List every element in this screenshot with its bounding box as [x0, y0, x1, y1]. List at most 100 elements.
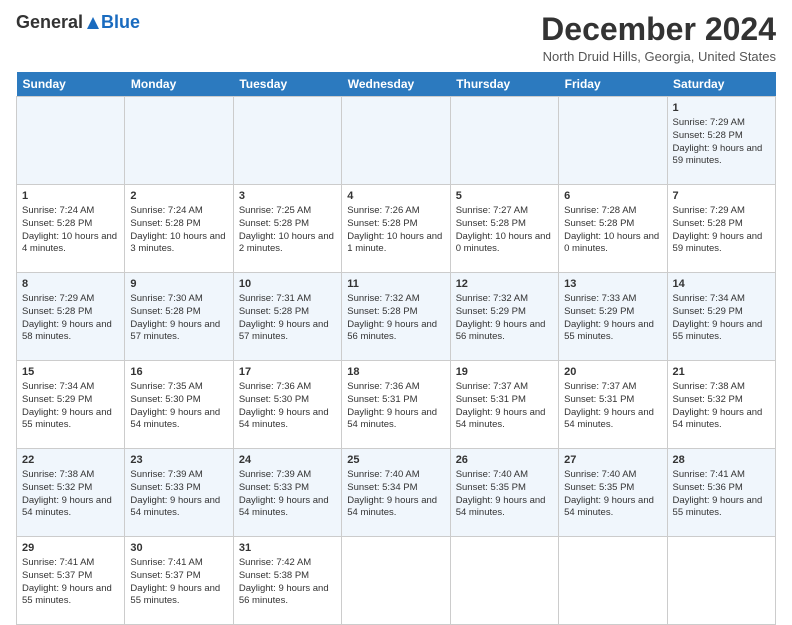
day-number: 24 — [239, 453, 336, 468]
calendar-cell: 9Sunrise: 7:30 AMSunset: 5:28 PMDaylight… — [125, 273, 233, 361]
daylight: Daylight: 9 hours and 55 minutes. — [22, 583, 119, 609]
day-number: 13 — [564, 277, 661, 292]
calendar-cell: 26Sunrise: 7:40 AMSunset: 5:35 PMDayligh… — [450, 449, 558, 537]
calendar-cell — [559, 97, 667, 185]
daylight: Daylight: 9 hours and 56 minutes. — [239, 583, 336, 609]
week-row-6: 29Sunrise: 7:41 AMSunset: 5:37 PMDayligh… — [17, 537, 776, 625]
sunset: Sunset: 5:35 PM — [564, 482, 661, 495]
calendar-cell: 28Sunrise: 7:41 AMSunset: 5:36 PMDayligh… — [667, 449, 775, 537]
daylight: Daylight: 9 hours and 54 minutes. — [130, 407, 227, 433]
calendar-cell: 11Sunrise: 7:32 AMSunset: 5:28 PMDayligh… — [342, 273, 450, 361]
daylight: Daylight: 10 hours and 3 minutes. — [130, 231, 227, 257]
day-number: 25 — [347, 453, 444, 468]
col-header-tuesday: Tuesday — [233, 72, 341, 97]
sunrise: Sunrise: 7:32 AM — [456, 293, 553, 306]
daylight: Daylight: 10 hours and 1 minute. — [347, 231, 444, 257]
calendar-cell: 14Sunrise: 7:34 AMSunset: 5:29 PMDayligh… — [667, 273, 775, 361]
day-number: 28 — [673, 453, 770, 468]
sunset: Sunset: 5:37 PM — [130, 570, 227, 583]
calendar-table: SundayMondayTuesdayWednesdayThursdayFrid… — [16, 72, 776, 625]
location: North Druid Hills, Georgia, United State… — [541, 49, 776, 64]
day-number: 2 — [130, 189, 227, 204]
sunrise: Sunrise: 7:41 AM — [22, 557, 119, 570]
calendar-cell: 16Sunrise: 7:35 AMSunset: 5:30 PMDayligh… — [125, 361, 233, 449]
daylight: Daylight: 9 hours and 55 minutes. — [673, 495, 770, 521]
sunrise: Sunrise: 7:27 AM — [456, 205, 553, 218]
sunset: Sunset: 5:30 PM — [239, 394, 336, 407]
calendar-cell — [125, 97, 233, 185]
daylight: Daylight: 9 hours and 57 minutes. — [130, 319, 227, 345]
daylight: Daylight: 10 hours and 0 minutes. — [564, 231, 661, 257]
daylight: Daylight: 9 hours and 55 minutes. — [564, 319, 661, 345]
col-header-friday: Friday — [559, 72, 667, 97]
calendar-cell: 31Sunrise: 7:42 AMSunset: 5:38 PMDayligh… — [233, 537, 341, 625]
calendar-cell: 1Sunrise: 7:29 AMSunset: 5:28 PMDaylight… — [667, 97, 775, 185]
sunset: Sunset: 5:31 PM — [456, 394, 553, 407]
sunset: Sunset: 5:32 PM — [22, 482, 119, 495]
sunset: Sunset: 5:31 PM — [347, 394, 444, 407]
day-number: 11 — [347, 277, 444, 292]
sunrise: Sunrise: 7:25 AM — [239, 205, 336, 218]
day-number: 31 — [239, 541, 336, 556]
day-number: 9 — [130, 277, 227, 292]
logo: General Blue — [16, 12, 140, 33]
daylight: Daylight: 9 hours and 55 minutes. — [130, 583, 227, 609]
day-number: 8 — [22, 277, 119, 292]
calendar-cell: 8Sunrise: 7:29 AMSunset: 5:28 PMDaylight… — [17, 273, 125, 361]
header-row: SundayMondayTuesdayWednesdayThursdayFrid… — [17, 72, 776, 97]
calendar-cell: 21Sunrise: 7:38 AMSunset: 5:32 PMDayligh… — [667, 361, 775, 449]
daylight: Daylight: 9 hours and 54 minutes. — [673, 407, 770, 433]
sunset: Sunset: 5:33 PM — [239, 482, 336, 495]
daylight: Daylight: 10 hours and 0 minutes. — [456, 231, 553, 257]
sunset: Sunset: 5:28 PM — [347, 306, 444, 319]
calendar-cell: 19Sunrise: 7:37 AMSunset: 5:31 PMDayligh… — [450, 361, 558, 449]
sunrise: Sunrise: 7:42 AM — [239, 557, 336, 570]
sunset: Sunset: 5:32 PM — [673, 394, 770, 407]
sunrise: Sunrise: 7:28 AM — [564, 205, 661, 218]
calendar-cell: 18Sunrise: 7:36 AMSunset: 5:31 PMDayligh… — [342, 361, 450, 449]
daylight: Daylight: 9 hours and 57 minutes. — [239, 319, 336, 345]
calendar-cell: 27Sunrise: 7:40 AMSunset: 5:35 PMDayligh… — [559, 449, 667, 537]
sunrise: Sunrise: 7:40 AM — [564, 469, 661, 482]
day-number: 5 — [456, 189, 553, 204]
calendar-cell: 4Sunrise: 7:26 AMSunset: 5:28 PMDaylight… — [342, 185, 450, 273]
sunset: Sunset: 5:28 PM — [456, 218, 553, 231]
daylight: Daylight: 9 hours and 56 minutes. — [456, 319, 553, 345]
sunset: Sunset: 5:35 PM — [456, 482, 553, 495]
calendar-cell: 13Sunrise: 7:33 AMSunset: 5:29 PMDayligh… — [559, 273, 667, 361]
day-number: 29 — [22, 541, 119, 556]
sunrise: Sunrise: 7:41 AM — [130, 557, 227, 570]
sunrise: Sunrise: 7:29 AM — [673, 205, 770, 218]
daylight: Daylight: 9 hours and 59 minutes. — [673, 143, 770, 169]
day-number: 21 — [673, 365, 770, 380]
sunrise: Sunrise: 7:24 AM — [22, 205, 119, 218]
daylight: Daylight: 9 hours and 54 minutes. — [347, 495, 444, 521]
sunset: Sunset: 5:28 PM — [564, 218, 661, 231]
day-number: 14 — [673, 277, 770, 292]
calendar-cell: 23Sunrise: 7:39 AMSunset: 5:33 PMDayligh… — [125, 449, 233, 537]
daylight: Daylight: 9 hours and 54 minutes. — [130, 495, 227, 521]
sunset: Sunset: 5:28 PM — [673, 218, 770, 231]
calendar-cell — [233, 97, 341, 185]
sunrise: Sunrise: 7:26 AM — [347, 205, 444, 218]
sunset: Sunset: 5:36 PM — [673, 482, 770, 495]
calendar-cell: 25Sunrise: 7:40 AMSunset: 5:34 PMDayligh… — [342, 449, 450, 537]
calendar-cell — [342, 97, 450, 185]
col-header-sunday: Sunday — [17, 72, 125, 97]
sunrise: Sunrise: 7:31 AM — [239, 293, 336, 306]
week-row-1: 1Sunrise: 7:29 AMSunset: 5:28 PMDaylight… — [17, 97, 776, 185]
calendar-cell — [450, 97, 558, 185]
calendar-cell: 20Sunrise: 7:37 AMSunset: 5:31 PMDayligh… — [559, 361, 667, 449]
daylight: Daylight: 9 hours and 55 minutes. — [22, 407, 119, 433]
week-row-3: 8Sunrise: 7:29 AMSunset: 5:28 PMDaylight… — [17, 273, 776, 361]
sunset: Sunset: 5:30 PM — [130, 394, 227, 407]
sunset: Sunset: 5:34 PM — [347, 482, 444, 495]
day-number: 10 — [239, 277, 336, 292]
logo-blue: Blue — [101, 12, 140, 33]
daylight: Daylight: 9 hours and 54 minutes. — [564, 407, 661, 433]
day-number: 19 — [456, 365, 553, 380]
week-row-5: 22Sunrise: 7:38 AMSunset: 5:32 PMDayligh… — [17, 449, 776, 537]
sunrise: Sunrise: 7:36 AM — [347, 381, 444, 394]
sunset: Sunset: 5:38 PM — [239, 570, 336, 583]
sunset: Sunset: 5:28 PM — [130, 218, 227, 231]
